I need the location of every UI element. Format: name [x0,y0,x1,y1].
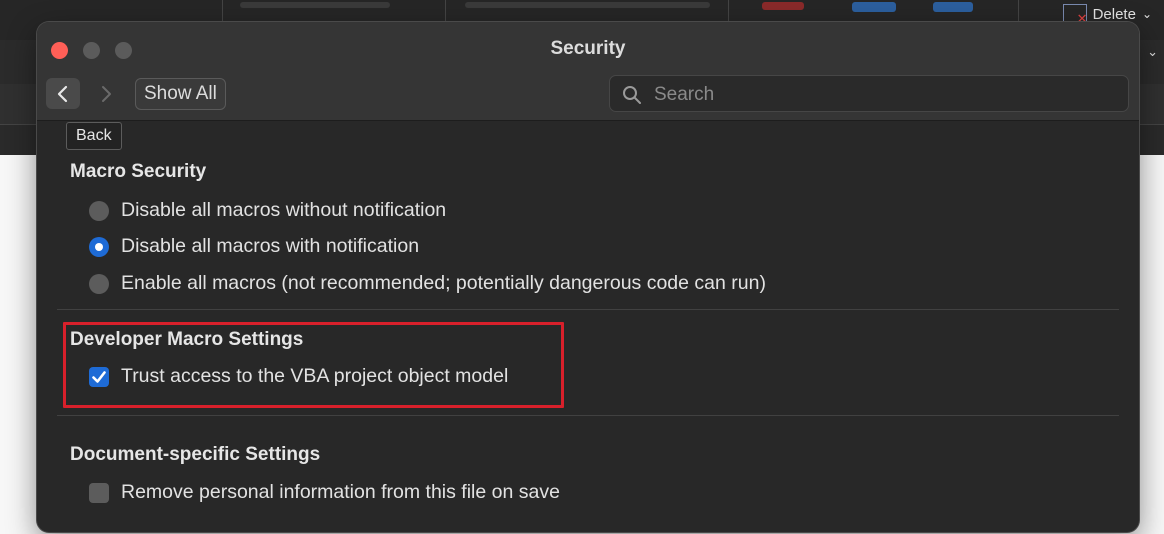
developer-macro-heading: Developer Macro Settings [70,329,304,350]
ribbon-control [465,2,710,8]
section-divider [57,415,1119,416]
dialog-titlebar: Security Show All [37,22,1139,121]
radio-disable-without-notification[interactable]: Disable all macros without notification [89,199,446,222]
trust-vba-checkbox-row[interactable]: Trust access to the VBA project object m… [89,365,508,388]
radio-button[interactable] [89,200,109,221]
option-label: Disable all macros without notification [121,199,447,221]
dialog-title: Security [550,38,626,59]
radio-enable-all-macros[interactable]: Enable all macros (not recommended; pote… [89,272,766,295]
chevron-left-icon [57,85,68,102]
chevron-right-icon [102,85,111,102]
option-label: Disable all macros with notification [121,235,420,257]
option-label: Enable all macros (not recommended; pote… [121,272,766,294]
search-input[interactable] [652,80,1116,110]
forward-button[interactable] [89,78,123,109]
ribbon-delete-button[interactable]: Delete ⌄ [1062,4,1152,27]
radio-button[interactable] [89,273,109,294]
remove-personal-info-label: Remove personal information from this fi… [121,481,560,503]
back-tooltip: Back [66,122,122,150]
security-dialog: Security Show All Back Macro Security Di… [37,22,1139,532]
ribbon-format-icon [762,2,804,10]
search-field[interactable] [609,75,1129,112]
ribbon-control [240,2,390,8]
delete-label: Delete [1092,5,1136,23]
remove-personal-info-checkbox[interactable] [89,482,109,503]
document-specific-heading: Document-specific Settings [70,444,321,465]
trust-vba-label: Trust access to the VBA project object m… [121,365,509,387]
delete-cells-icon [1062,4,1088,27]
chevron-down-icon: ⌄ [1141,7,1152,21]
trust-vba-checkbox[interactable] [89,366,109,387]
ribbon-brush-icon [852,2,896,12]
chevron-down-icon: ⌄ [1147,44,1158,59]
show-all-button[interactable]: Show All [135,78,226,110]
back-button[interactable] [46,78,80,109]
search-icon [623,86,641,104]
section-divider [57,309,1119,310]
macro-security-heading: Macro Security [70,161,207,182]
checkmark-icon [92,370,106,383]
radio-disable-with-notification[interactable]: Disable all macros with notification [89,235,419,258]
radio-button-selected[interactable] [89,236,109,257]
ribbon-brush-icon [933,2,973,12]
remove-personal-info-row[interactable]: Remove personal information from this fi… [89,481,560,504]
